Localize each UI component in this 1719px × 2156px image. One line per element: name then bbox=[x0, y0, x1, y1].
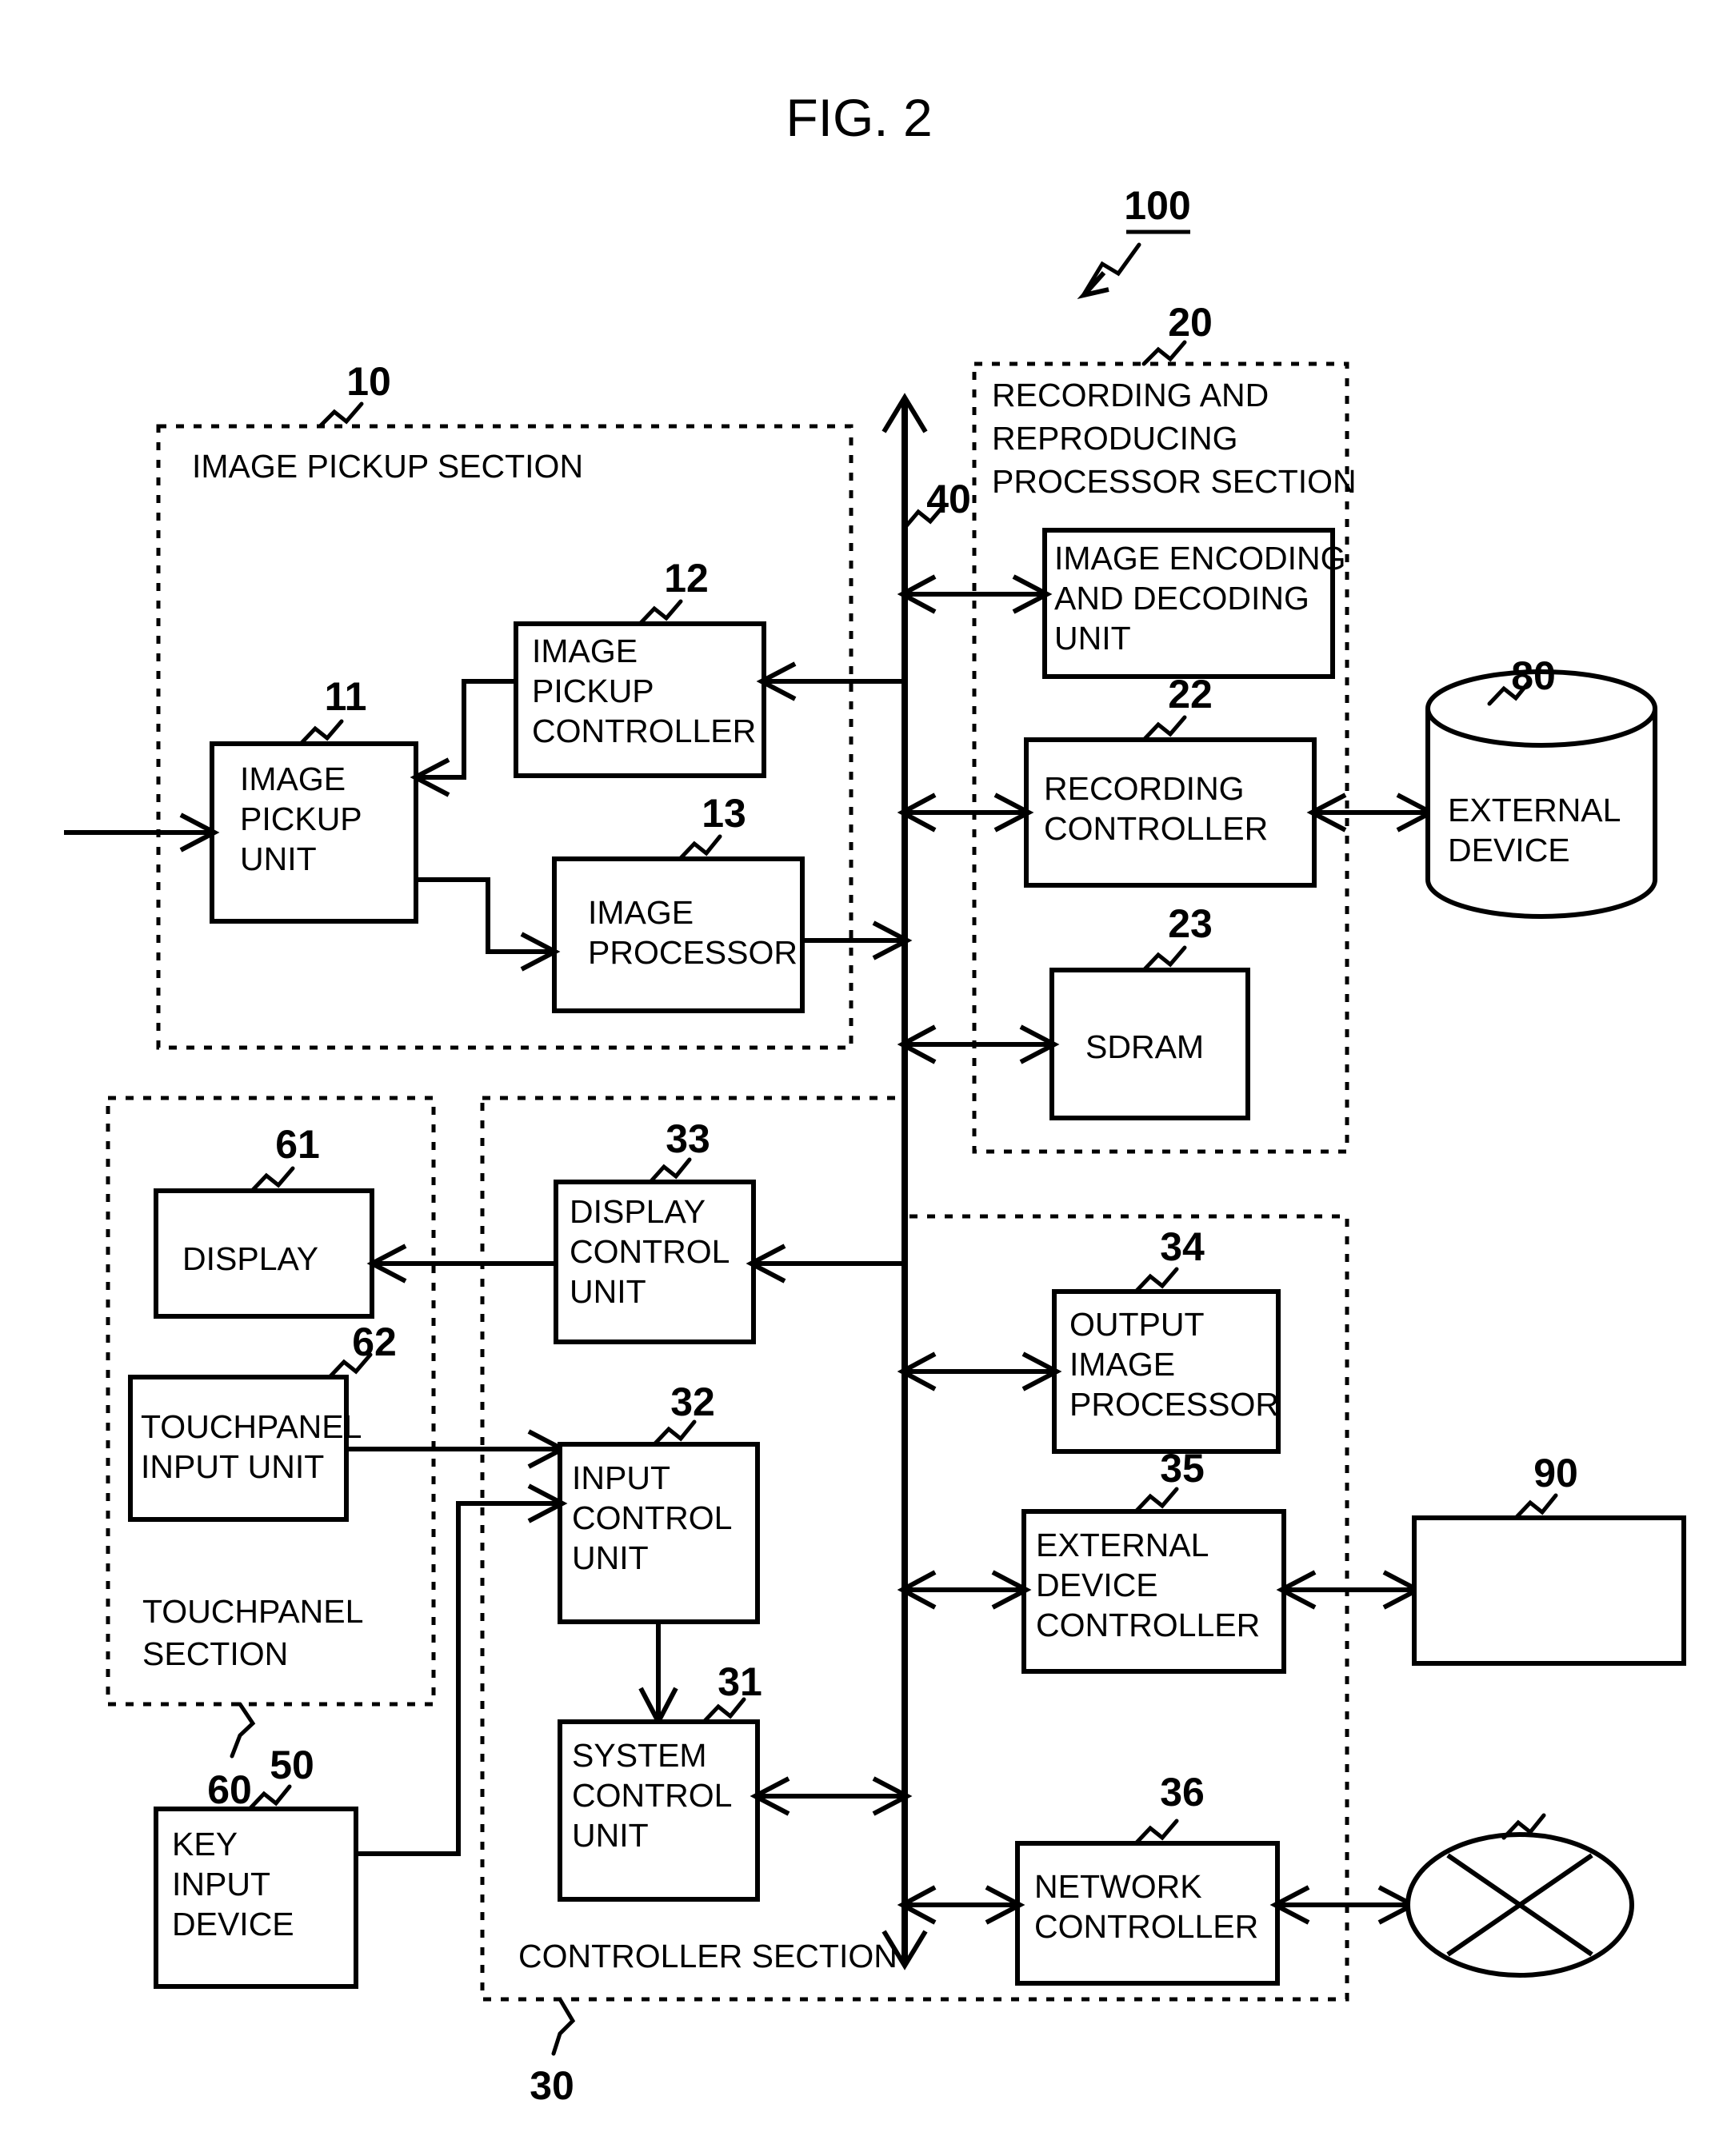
block-image-pickup-controller-line1: IMAGE bbox=[532, 633, 638, 669]
block-external-device[interactable] bbox=[1412, 1515, 1686, 1666]
block-system-control-unit-line2: CONTROL bbox=[572, 1777, 732, 1814]
block-recording-device-line2: DEVICE bbox=[1448, 832, 1570, 868]
block-recording-device-line1: EXTERNAL bbox=[1448, 792, 1621, 828]
block-network-controller-line2: CONTROLLER bbox=[1034, 1908, 1258, 1945]
ref-70: 80 bbox=[1511, 653, 1556, 698]
ref-10-leader bbox=[318, 401, 364, 429]
block-output-image-processor-line1: OUTPUT bbox=[1069, 1306, 1205, 1343]
section-label-touchpanel-line1: TOUCHPANEL bbox=[142, 1593, 363, 1630]
ref-23: 23 bbox=[1168, 901, 1213, 946]
block-image-processor-line2: PROCESSOR bbox=[588, 934, 798, 971]
ref-33: 33 bbox=[666, 1116, 710, 1161]
block-system-control-unit-line3: UNIT bbox=[572, 1817, 649, 1854]
ref-22-leader bbox=[1141, 715, 1187, 742]
ref-20-leader bbox=[1141, 340, 1187, 366]
ref-61-leader bbox=[250, 1166, 295, 1193]
ref-80: 90 bbox=[1533, 1451, 1578, 1495]
block-display-control-unit-line1: DISPLAY bbox=[570, 1193, 706, 1230]
ref-31: 31 bbox=[718, 1659, 762, 1704]
ref-36: 36 bbox=[1160, 1770, 1205, 1815]
ref-23-leader bbox=[1141, 945, 1187, 972]
ref-20: 20 bbox=[1168, 300, 1213, 345]
ref-22: 22 bbox=[1168, 672, 1213, 717]
block-image-pickup-unit-line1: IMAGE bbox=[240, 761, 346, 797]
wire-key-input-to-input-control bbox=[208, 1501, 560, 1856]
block-encdec-line3: UNIT bbox=[1054, 620, 1131, 657]
ref-13: 13 bbox=[702, 791, 746, 836]
section-label-controller: CONTROLLER SECTION bbox=[518, 1938, 897, 1974]
ref-13-leader bbox=[678, 834, 722, 861]
block-display-control-unit-line2: CONTROL bbox=[570, 1233, 730, 1270]
block-input-control-unit-line1: INPUT bbox=[572, 1459, 670, 1496]
block-external-device-controller-line3: CONTROLLER bbox=[1036, 1607, 1260, 1643]
block-image-pickup-unit-line3: UNIT bbox=[240, 840, 317, 877]
block-output-image-processor-line2: IMAGE bbox=[1069, 1346, 1175, 1383]
ref-62: 62 bbox=[352, 1320, 397, 1364]
figure-title: FIG. 2 bbox=[786, 88, 932, 147]
section-label-recording-line3: PROCESSOR SECTION bbox=[992, 463, 1357, 500]
block-output-image-processor-line3: PROCESSOR bbox=[1069, 1386, 1279, 1423]
block-network-controller-line1: NETWORK bbox=[1034, 1868, 1202, 1905]
block-external-device-controller-line2: DEVICE bbox=[1036, 1567, 1158, 1603]
ref-11: 11 bbox=[325, 674, 367, 719]
ref-34-leader bbox=[1133, 1267, 1179, 1294]
block-key-input-device-line1: KEY bbox=[172, 1826, 238, 1863]
block-image-processor-line1: IMAGE bbox=[588, 894, 694, 931]
block-display-control-unit-line3: UNIT bbox=[570, 1273, 646, 1310]
ref-36-leader bbox=[1133, 1819, 1179, 1846]
block-recording-controller-line1: RECORDING bbox=[1044, 770, 1245, 807]
section-label-recording-line1: RECORDING AND bbox=[992, 377, 1269, 413]
block-display-line1: DISPLAY bbox=[182, 1240, 318, 1277]
block-image-pickup-controller-line3: CONTROLLER bbox=[532, 713, 756, 749]
ref-12-leader bbox=[638, 599, 683, 626]
block-recording-controller-line2: CONTROLLER bbox=[1044, 810, 1268, 847]
block-touchpanel-input-unit-line2: INPUT UNIT bbox=[141, 1448, 324, 1485]
ref-32: 32 bbox=[670, 1379, 715, 1424]
block-input-control-unit-line3: UNIT bbox=[572, 1539, 649, 1576]
ref-60: 60 bbox=[207, 1767, 252, 1812]
ref-34: 34 bbox=[1160, 1224, 1205, 1269]
block-external-device-controller-line1: EXTERNAL bbox=[1036, 1527, 1209, 1563]
ref-35: 35 bbox=[1160, 1446, 1205, 1491]
ref-11-leader bbox=[298, 719, 344, 746]
block-image-pickup-unit-line2: PICKUP bbox=[240, 801, 362, 837]
section-label-image-pickup: IMAGE PICKUP SECTION bbox=[192, 448, 583, 485]
ref-100: 100 bbox=[1124, 183, 1190, 228]
block-input-control-unit-line2: CONTROL bbox=[572, 1499, 732, 1536]
block-encdec-line2: AND DECODING bbox=[1054, 580, 1309, 617]
ref-35-leader bbox=[1133, 1487, 1179, 1514]
ref-32-leader bbox=[652, 1419, 697, 1447]
block-encdec-line1: IMAGE ENCODING bbox=[1054, 540, 1345, 577]
block-key-input-device-line3: DEVICE bbox=[172, 1906, 294, 1942]
block-touchpanel-input-unit-line1: TOUCHPANEL bbox=[141, 1408, 362, 1445]
block-image-pickup-controller-line2: PICKUP bbox=[532, 673, 654, 709]
section-label-recording-line2: REPRODUCING bbox=[992, 420, 1238, 457]
ref-80-leader bbox=[1513, 1493, 1558, 1520]
section-label-touchpanel-line2: SECTION bbox=[142, 1635, 288, 1672]
block-system-control-unit-line1: SYSTEM bbox=[572, 1737, 707, 1774]
ref-10: 10 bbox=[346, 359, 391, 404]
wire-pickup-controller-to-pickup-unit bbox=[418, 679, 516, 780]
ref-50: 50 bbox=[270, 1743, 314, 1787]
ref-12: 12 bbox=[664, 556, 709, 601]
ref-61: 61 bbox=[275, 1122, 320, 1167]
ref-33-leader bbox=[648, 1157, 692, 1184]
patent-figure-2: FIG. 2 100 IMAGE PICKUP SECTION 10 RECOR… bbox=[0, 0, 1719, 2156]
ref-30: 30 bbox=[530, 2063, 574, 2108]
block-key-input-device-line2: INPUT bbox=[172, 1866, 270, 1902]
ref-40: 40 bbox=[926, 477, 971, 521]
block-sdram-line1: SDRAM bbox=[1085, 1028, 1204, 1065]
block-diagram-canvas: FIG. 2 100 IMAGE PICKUP SECTION 10 RECOR… bbox=[64, 88, 1686, 2108]
ref-30-leader bbox=[551, 1997, 576, 2056]
ref-50-leader bbox=[247, 1784, 292, 1811]
ref-60-leader bbox=[230, 1702, 256, 1759]
